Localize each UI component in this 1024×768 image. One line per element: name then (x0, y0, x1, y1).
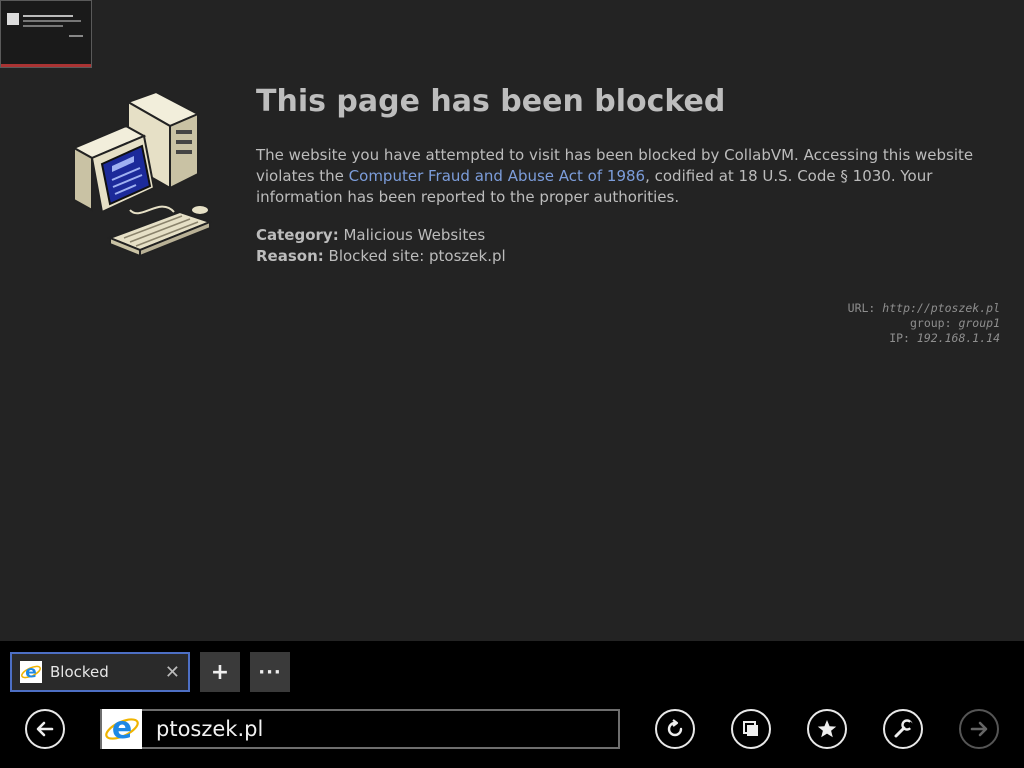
window-thumbnail[interactable] (0, 0, 92, 68)
reason-value: Blocked site: ptoszek.pl (328, 247, 506, 265)
site-ie-icon: e (102, 709, 142, 749)
block-description: The website you have attempted to visit … (256, 145, 996, 208)
tools-button[interactable] (883, 709, 923, 749)
thumbnail-computer-icon (7, 13, 19, 25)
tabs-button[interactable] (731, 709, 771, 749)
reason-row: Reason: Blocked site: ptoszek.pl (256, 247, 506, 265)
back-icon (36, 721, 54, 737)
meta-url-row: URL: http://ptoszek.pl (848, 301, 1000, 316)
close-icon[interactable]: ✕ (165, 662, 180, 683)
forward-icon (970, 721, 988, 737)
refresh-button[interactable] (655, 709, 695, 749)
ie-logo-icon: e (105, 711, 139, 746)
meta-ip-row: IP: 192.168.1.14 (848, 331, 1000, 346)
browser-app-bar: e Blocked ✕ + ··· e (0, 641, 1024, 768)
new-tab-button[interactable]: + (200, 652, 240, 692)
tab-options-button[interactable]: ··· (250, 652, 290, 692)
thumbnail-line (69, 35, 83, 37)
page-content: This page has been blocked The website y… (0, 0, 1024, 641)
forward-button[interactable] (959, 709, 999, 749)
meta-url-label: URL: (847, 301, 876, 315)
page-title: This page has been blocked (256, 84, 726, 119)
url-input[interactable] (154, 716, 608, 742)
ie-icon: e (20, 661, 42, 683)
category-value: Malicious Websites (343, 226, 486, 244)
svg-text:e: e (112, 711, 132, 746)
meta-group-row: group: group1 (848, 316, 1000, 331)
tab-label: Blocked (50, 663, 109, 681)
meta-url-value: http://ptoszek.pl (882, 301, 1000, 315)
request-metadata: URL: http://ptoszek.pl group: group1 IP:… (848, 301, 1000, 346)
computer-illustration-icon (71, 92, 212, 258)
svg-text:e: e (25, 663, 37, 683)
tools-icon (894, 719, 914, 738)
meta-group-value: group1 (958, 316, 1000, 330)
refresh-icon (667, 719, 683, 737)
thumbnail-line (23, 15, 73, 17)
category-row: Category: Malicious Websites (256, 226, 485, 244)
thumbnail-bar (1, 64, 91, 67)
thumbnail-line (23, 20, 81, 22)
favorite-icon (817, 720, 837, 738)
thumbnail-line (23, 25, 63, 27)
tab-blocked[interactable]: e Blocked ✕ (10, 652, 190, 692)
address-bar[interactable]: e (100, 709, 620, 749)
meta-ip-label: IP: (889, 331, 910, 345)
tabs-icon (743, 721, 758, 736)
cfaa-link[interactable]: Computer Fraud and Abuse Act of 1986 (349, 167, 645, 185)
meta-ip-value: 192.168.1.14 (916, 331, 1000, 345)
reason-label: Reason: (256, 247, 324, 265)
back-button[interactable] (25, 709, 65, 749)
category-label: Category: (256, 226, 339, 244)
favorite-button[interactable] (807, 709, 847, 749)
meta-group-label: group: (909, 316, 952, 330)
